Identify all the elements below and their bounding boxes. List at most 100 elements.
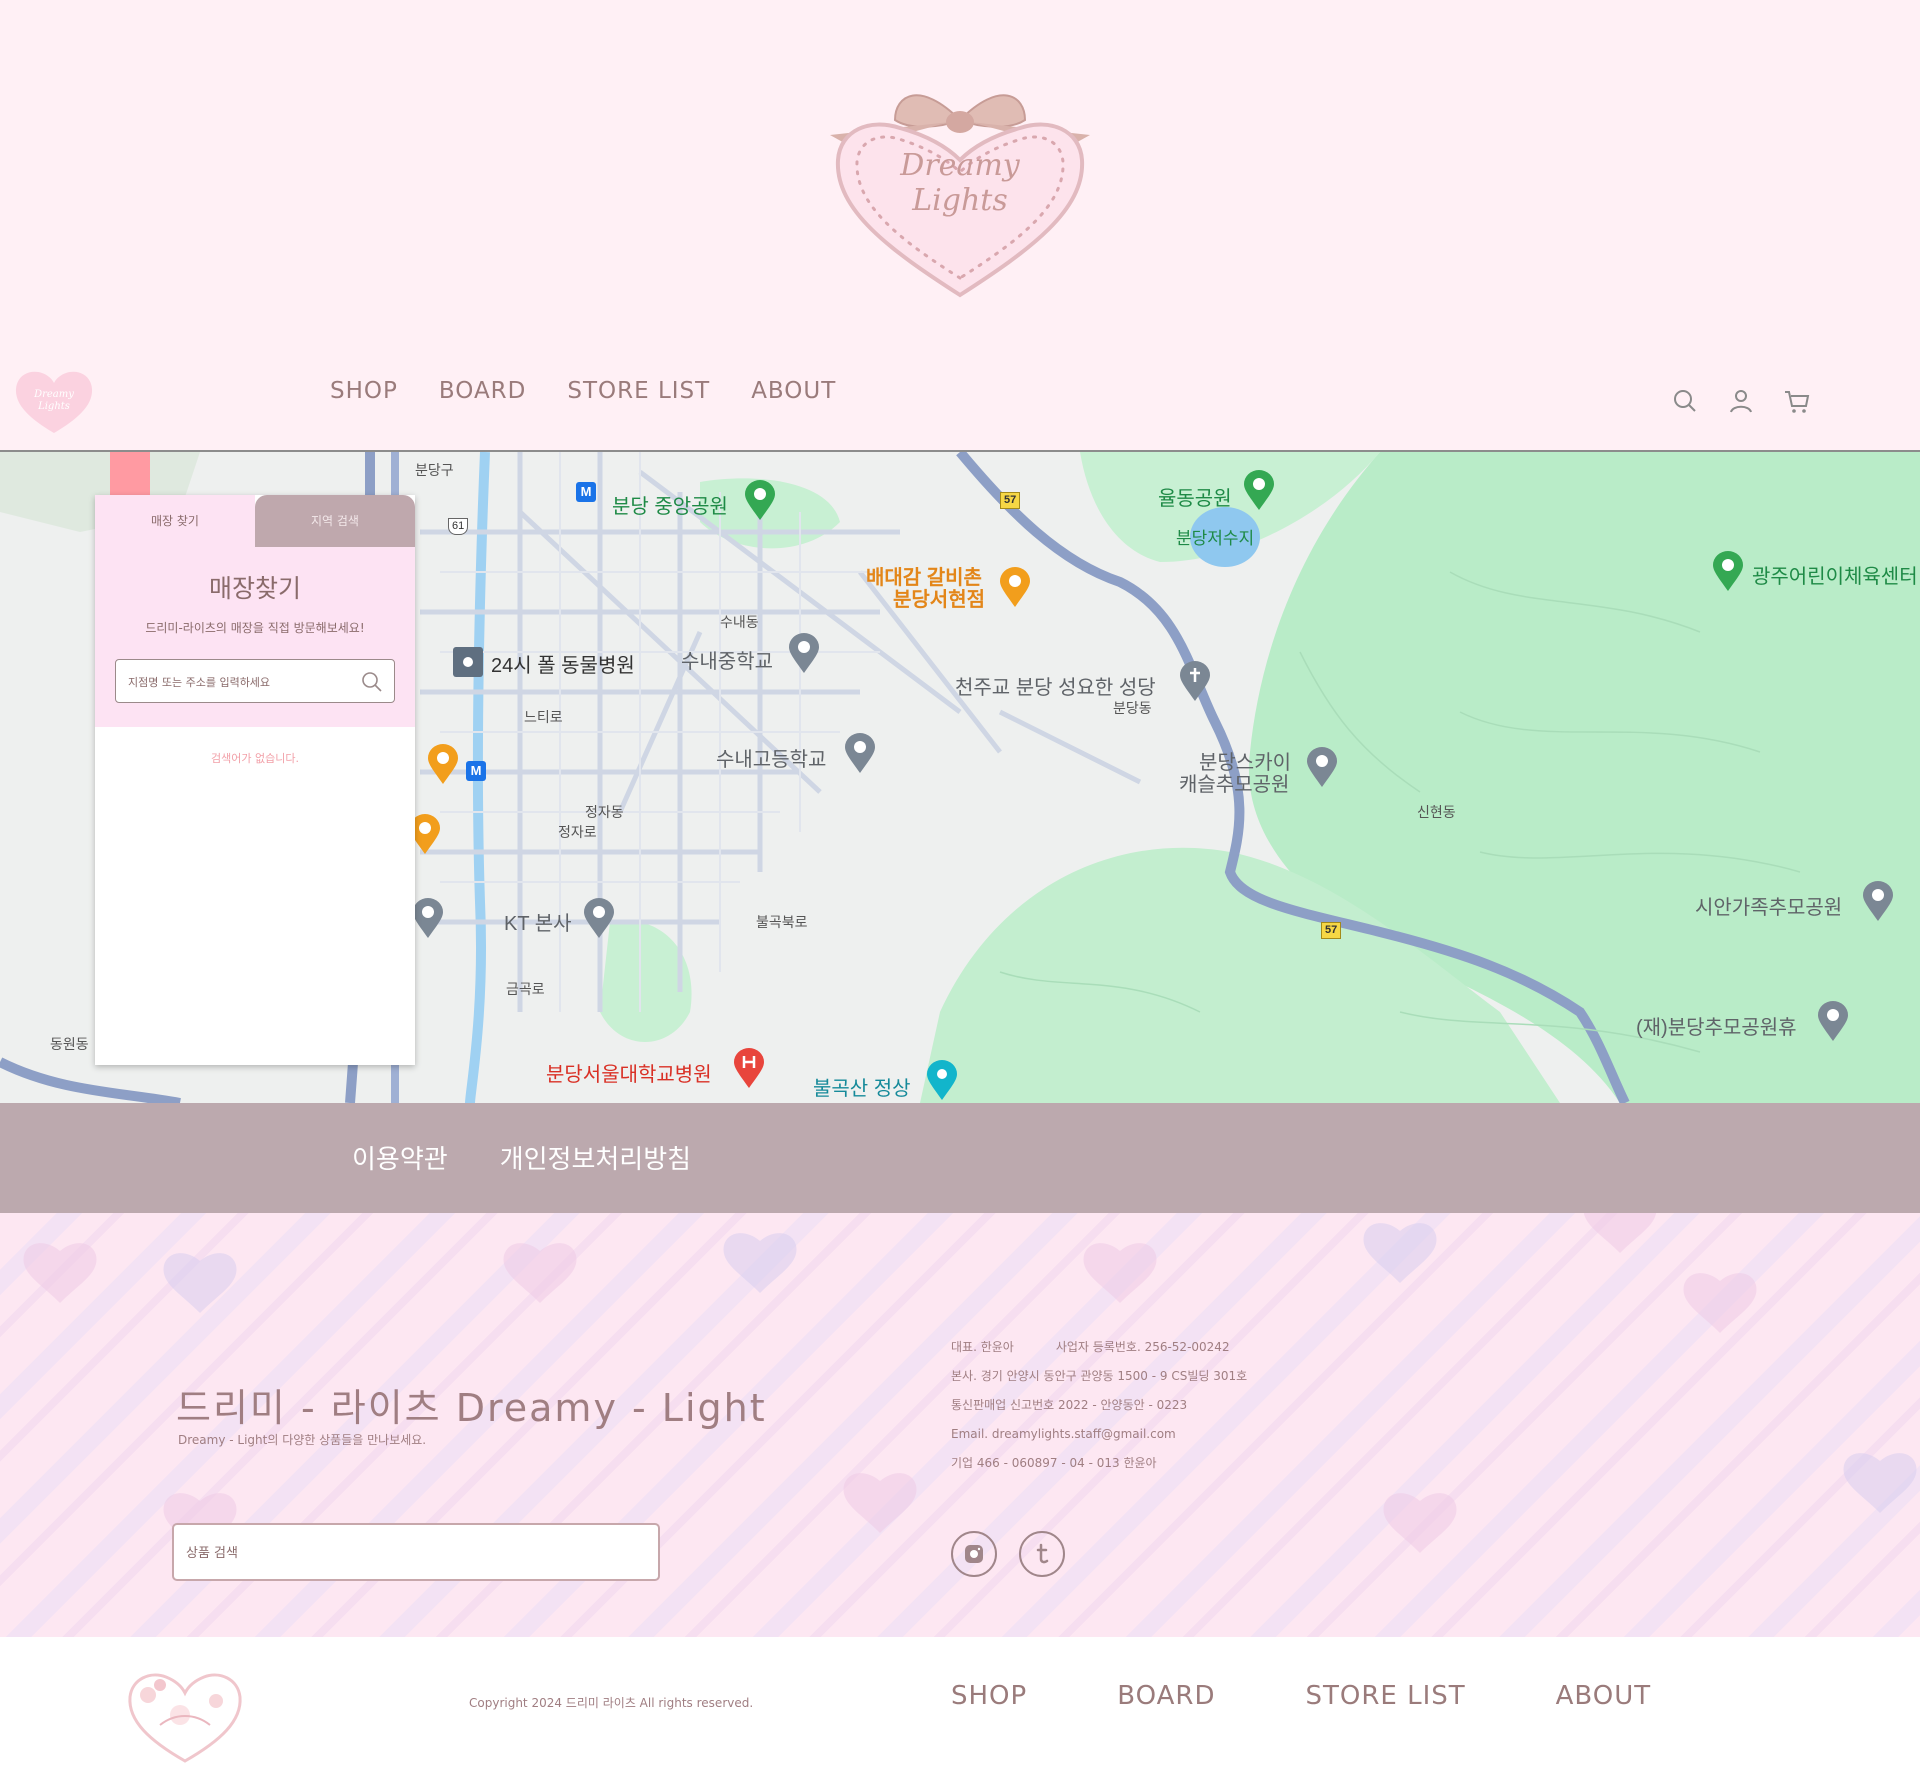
brand-logo[interactable]: Dreamy Lights [800,50,1120,300]
map-label[interactable]: 수내고등학교 [716,743,826,772]
panel-title: 매장찾기 [208,574,301,603]
school-pin-icon[interactable] [789,633,819,673]
place-pin-icon[interactable] [584,898,614,938]
place-pin-icon[interactable] [413,898,443,938]
map-corner-marker [110,452,150,496]
map-label: 불곡북로 [756,914,808,930]
ceo-name: 대표. 한윤아 [951,1340,1014,1354]
metro-icon[interactable]: M [576,482,596,502]
school-pin-icon[interactable] [845,733,875,773]
highway-shield: 57 [1000,492,1021,509]
tab-region-search[interactable]: 지역 검색 [255,495,415,547]
footer-logo[interactable] [120,1655,250,1765]
empty-result-message: 검색어가 없습니다. [211,752,299,765]
social-links [951,1531,1065,1577]
company-info: 대표. 한윤아 사업자 등록번호. 256-52-00242 본사. 경기 안양시… [951,1333,1247,1478]
camera-pin-icon[interactable] [927,1060,957,1100]
panel-tabs: 매장 찾기 지역 검색 [95,495,415,547]
svg-text:Dreamy: Dreamy [899,148,1020,183]
memorial-pin-icon[interactable] [1818,1001,1848,1041]
map-label: 수내동 [720,614,759,630]
map-label[interactable]: 분당서현점 [893,590,985,610]
nav-board[interactable]: BOARD [439,378,527,404]
restaurant-pin-icon[interactable] [428,744,458,784]
highway-shield: 57 [1321,922,1342,939]
terms-link[interactable]: 이용약관 [352,1139,448,1176]
memorial-pin-icon[interactable] [1307,747,1337,787]
footer-nav-board[interactable]: BOARD [1117,1681,1215,1711]
memorial-pin-icon[interactable] [1863,881,1893,921]
svg-text:Lights: Lights [37,401,70,412]
map-label[interactable]: KT 본사 [504,907,572,936]
user-icon[interactable] [1726,386,1756,416]
privacy-link[interactable]: 개인정보처리방침 [500,1139,691,1176]
map-label: 신현동 [1417,804,1456,820]
main-navbar: Dreamy Lights SHOP BOARD STORE LIST ABOU… [0,340,1920,452]
main-nav: SHOP BOARD STORE LIST ABOUT [330,378,836,404]
church-pin-icon[interactable] [1180,661,1210,701]
route-shield: 61 [448,518,469,535]
svg-text:Dreamy: Dreamy [33,389,74,400]
footer-brand-subtitle: Dreamy - Light의 다양한 상품들을 만나보세요. [178,1433,427,1447]
map-label[interactable]: 분당저수지 [1176,524,1254,549]
store-search-box [115,659,395,704]
policy-bar: 이용약관 개인정보처리방침 [0,1103,1920,1213]
restaurant-pin-icon[interactable] [1000,567,1030,607]
metro-icon[interactable]: M [466,761,486,781]
footer-nav-about[interactable]: ABOUT [1556,1681,1652,1711]
map-label[interactable]: 수내중학교 [681,645,773,674]
map-label[interactable]: 분당 중앙공원 [612,490,728,519]
map-label[interactable]: 분당서울대학교병원 [546,1058,712,1087]
cart-icon[interactable] [1782,386,1812,416]
park-pin-icon[interactable] [745,480,775,520]
map-label[interactable]: (재)분당추모공원휴 [1636,1011,1797,1040]
tab-find-store[interactable]: 매장 찾기 [95,495,255,547]
product-search-box [172,1523,660,1581]
nav-logo[interactable]: Dreamy Lights [12,361,96,435]
product-search-input[interactable] [184,1525,648,1581]
tumblr-icon[interactable] [1019,1531,1065,1577]
map-label: 분당구 [415,462,454,478]
nav-icon-group [1670,386,1812,416]
footer-nav: SHOP BOARD STORE LIST ABOUT [951,1681,1651,1711]
company-email[interactable]: Email. dreamylights.staff@gmail.com [951,1420,1247,1449]
map-label[interactable]: 캐슬추모공원 [1179,768,1289,797]
nav-store-list[interactable]: STORE LIST [567,378,710,404]
bottom-bar: Copyright 2024 드리미 라이츠 All rights reserv… [0,1637,1920,1767]
instagram-icon[interactable] [951,1531,997,1577]
map-label: 정자로 [558,824,597,840]
footer-nav-store-list[interactable]: STORE LIST [1305,1681,1465,1711]
map-label: 금곡로 [506,981,545,997]
panel-description: 드리미-라이츠의 매장을 직접 방문해보세요! [145,621,365,635]
map-label: 느티로 [524,709,563,725]
footer-info: 드리미 - 라이츠 Dreamy - Light Dreamy - Light의… [0,1213,1920,1637]
map-label[interactable]: 불곡산 정상 [813,1072,911,1101]
panel-header: 매장찾기 드리미-라이츠의 매장을 직접 방문해보세요! [95,547,415,727]
store-finder-panel: 매장 찾기 지역 검색 매장찾기 드리미-라이츠의 매장을 직접 방문해보세요!… [95,495,415,1065]
company-address: 본사. 경기 안양시 동안구 관양동 1500 - 9 CS빌딩 301호 [951,1369,1248,1383]
hospital-pin-icon[interactable] [734,1048,764,1088]
map-label[interactable]: 천주교 분당 성요한 성당 [955,671,1156,700]
nav-shop[interactable]: SHOP [330,378,398,404]
footer-nav-shop[interactable]: SHOP [951,1681,1027,1711]
map-label[interactable]: 광주어린이체육센터 [1752,560,1918,589]
map-label: 동원동 [50,1036,89,1052]
bank-account: 기업 466 - 060897 - 04 - 013 한윤아 [951,1456,1157,1470]
map-label: 분당동 [1113,700,1152,716]
park-pin-icon[interactable] [1244,470,1274,510]
map-label[interactable]: 배대감 갈비촌 [866,568,982,588]
map-label: 정자동 [585,804,624,820]
ecommerce-number: 통신판매업 신고번호 2022 - 안양동안 - 0223 [951,1398,1188,1412]
map-label[interactable]: 시안가족추모공원 [1695,891,1842,920]
park-pin-icon[interactable] [1713,551,1743,591]
store-search-input[interactable] [126,660,350,704]
nav-about[interactable]: ABOUT [751,378,836,404]
business-number: 사업자 등록번호. 256-52-00242 [1055,1340,1230,1354]
search-icon[interactable] [360,670,384,694]
hospital-marker-icon[interactable] [453,642,483,677]
map-label[interactable]: 율동공원 [1158,482,1232,511]
footer-brand-title: 드리미 - 라이츠 Dreamy - Light [176,1386,767,1430]
header-hero: Dreamy Lights [0,0,1920,340]
search-icon[interactable] [1670,386,1700,416]
map-label[interactable]: 24시 폴 동물병원 [491,649,635,678]
